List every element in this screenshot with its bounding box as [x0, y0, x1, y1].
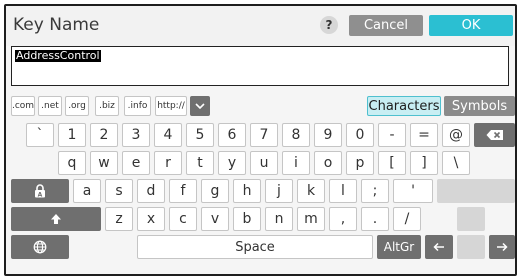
key-blank[interactable] — [457, 207, 485, 231]
globe-icon[interactable] — [11, 235, 69, 259]
key[interactable]: r — [154, 151, 182, 175]
key[interactable]: p — [346, 151, 374, 175]
keyboard-dialog: Key Name ? Cancel OK AddressControl .com… — [4, 4, 517, 276]
key[interactable]: \ — [442, 151, 470, 175]
key[interactable]: u — [250, 151, 278, 175]
key-dotorg[interactable]: .org — [65, 96, 89, 116]
input-value: AddressControl — [15, 49, 101, 62]
key[interactable]: e — [122, 151, 150, 175]
key[interactable]: i — [282, 151, 310, 175]
key[interactable]: 1 — [58, 123, 86, 147]
key[interactable]: , — [329, 207, 357, 231]
key[interactable]: 8 — [282, 123, 310, 147]
key[interactable]: x — [137, 207, 165, 231]
key-dotcom[interactable]: .com — [11, 96, 35, 116]
key[interactable]: ; — [361, 179, 389, 203]
symbols-tab[interactable]: Symbols — [444, 96, 515, 116]
cancel-button[interactable]: Cancel — [349, 15, 423, 36]
key[interactable]: s — [105, 179, 133, 203]
lock-icon[interactable]: A — [11, 179, 69, 203]
backspace-icon[interactable] — [474, 123, 515, 147]
chevron-down-icon[interactable] — [190, 96, 210, 116]
key[interactable]: g — [201, 179, 229, 203]
key[interactable]: 6 — [218, 123, 246, 147]
svg-text:A: A — [38, 191, 43, 198]
key[interactable]: 9 — [314, 123, 342, 147]
key[interactable]: ] — [410, 151, 438, 175]
key[interactable]: v — [201, 207, 229, 231]
key[interactable]: ' — [393, 179, 433, 203]
key[interactable]: w — [90, 151, 118, 175]
help-icon[interactable]: ? — [320, 16, 338, 34]
key[interactable]: t — [186, 151, 214, 175]
key-name-input[interactable]: AddressControl — [11, 46, 509, 86]
key[interactable]: l — [329, 179, 357, 203]
key[interactable]: 2 — [90, 123, 118, 147]
key[interactable]: 7 — [250, 123, 278, 147]
characters-tab[interactable]: Characters — [367, 96, 441, 116]
key[interactable]: 4 — [154, 123, 182, 147]
key-dotbiz[interactable]: .biz — [95, 96, 119, 116]
key[interactable]: a — [73, 179, 101, 203]
arrow-left-icon[interactable] — [425, 235, 453, 259]
arrow-right-icon[interactable] — [489, 235, 515, 259]
key[interactable]: m — [297, 207, 325, 231]
key-dotnet[interactable]: .net — [38, 96, 62, 116]
key[interactable]: b — [233, 207, 261, 231]
key[interactable]: 0 — [346, 123, 374, 147]
key[interactable]: c — [169, 207, 197, 231]
altgr-key[interactable]: AltGr — [377, 235, 421, 259]
key[interactable]: . — [361, 207, 389, 231]
key[interactable]: 3 — [122, 123, 150, 147]
key[interactable]: o — [314, 151, 342, 175]
key-http[interactable]: http:// — [155, 96, 187, 116]
on-screen-keyboard: .com .net .org .biz .info http:// Charac… — [6, 89, 515, 274]
enter-key[interactable] — [437, 179, 515, 203]
key[interactable]: z — [105, 207, 133, 231]
key[interactable]: n — [265, 207, 293, 231]
key[interactable]: q — [58, 151, 86, 175]
key[interactable]: y — [218, 151, 246, 175]
dialog-header: Key Name ? Cancel OK — [6, 6, 515, 46]
key[interactable]: [ — [378, 151, 406, 175]
ok-button[interactable]: OK — [429, 15, 513, 36]
key[interactable]: / — [393, 207, 421, 231]
key[interactable]: ` — [26, 123, 54, 147]
key-dotinfo[interactable]: .info — [124, 96, 151, 116]
key[interactable]: 5 — [186, 123, 214, 147]
key-blank[interactable] — [457, 235, 485, 259]
key[interactable]: d — [137, 179, 165, 203]
dialog-title: Key Name — [13, 15, 100, 35]
key[interactable]: h — [233, 179, 261, 203]
key[interactable]: k — [297, 179, 325, 203]
key[interactable]: - — [378, 123, 406, 147]
key[interactable]: j — [265, 179, 293, 203]
key[interactable]: = — [410, 123, 438, 147]
space-key[interactable]: Space — [137, 235, 373, 259]
key[interactable]: f — [169, 179, 197, 203]
shift-icon[interactable] — [11, 207, 101, 231]
key[interactable]: @ — [442, 123, 470, 147]
